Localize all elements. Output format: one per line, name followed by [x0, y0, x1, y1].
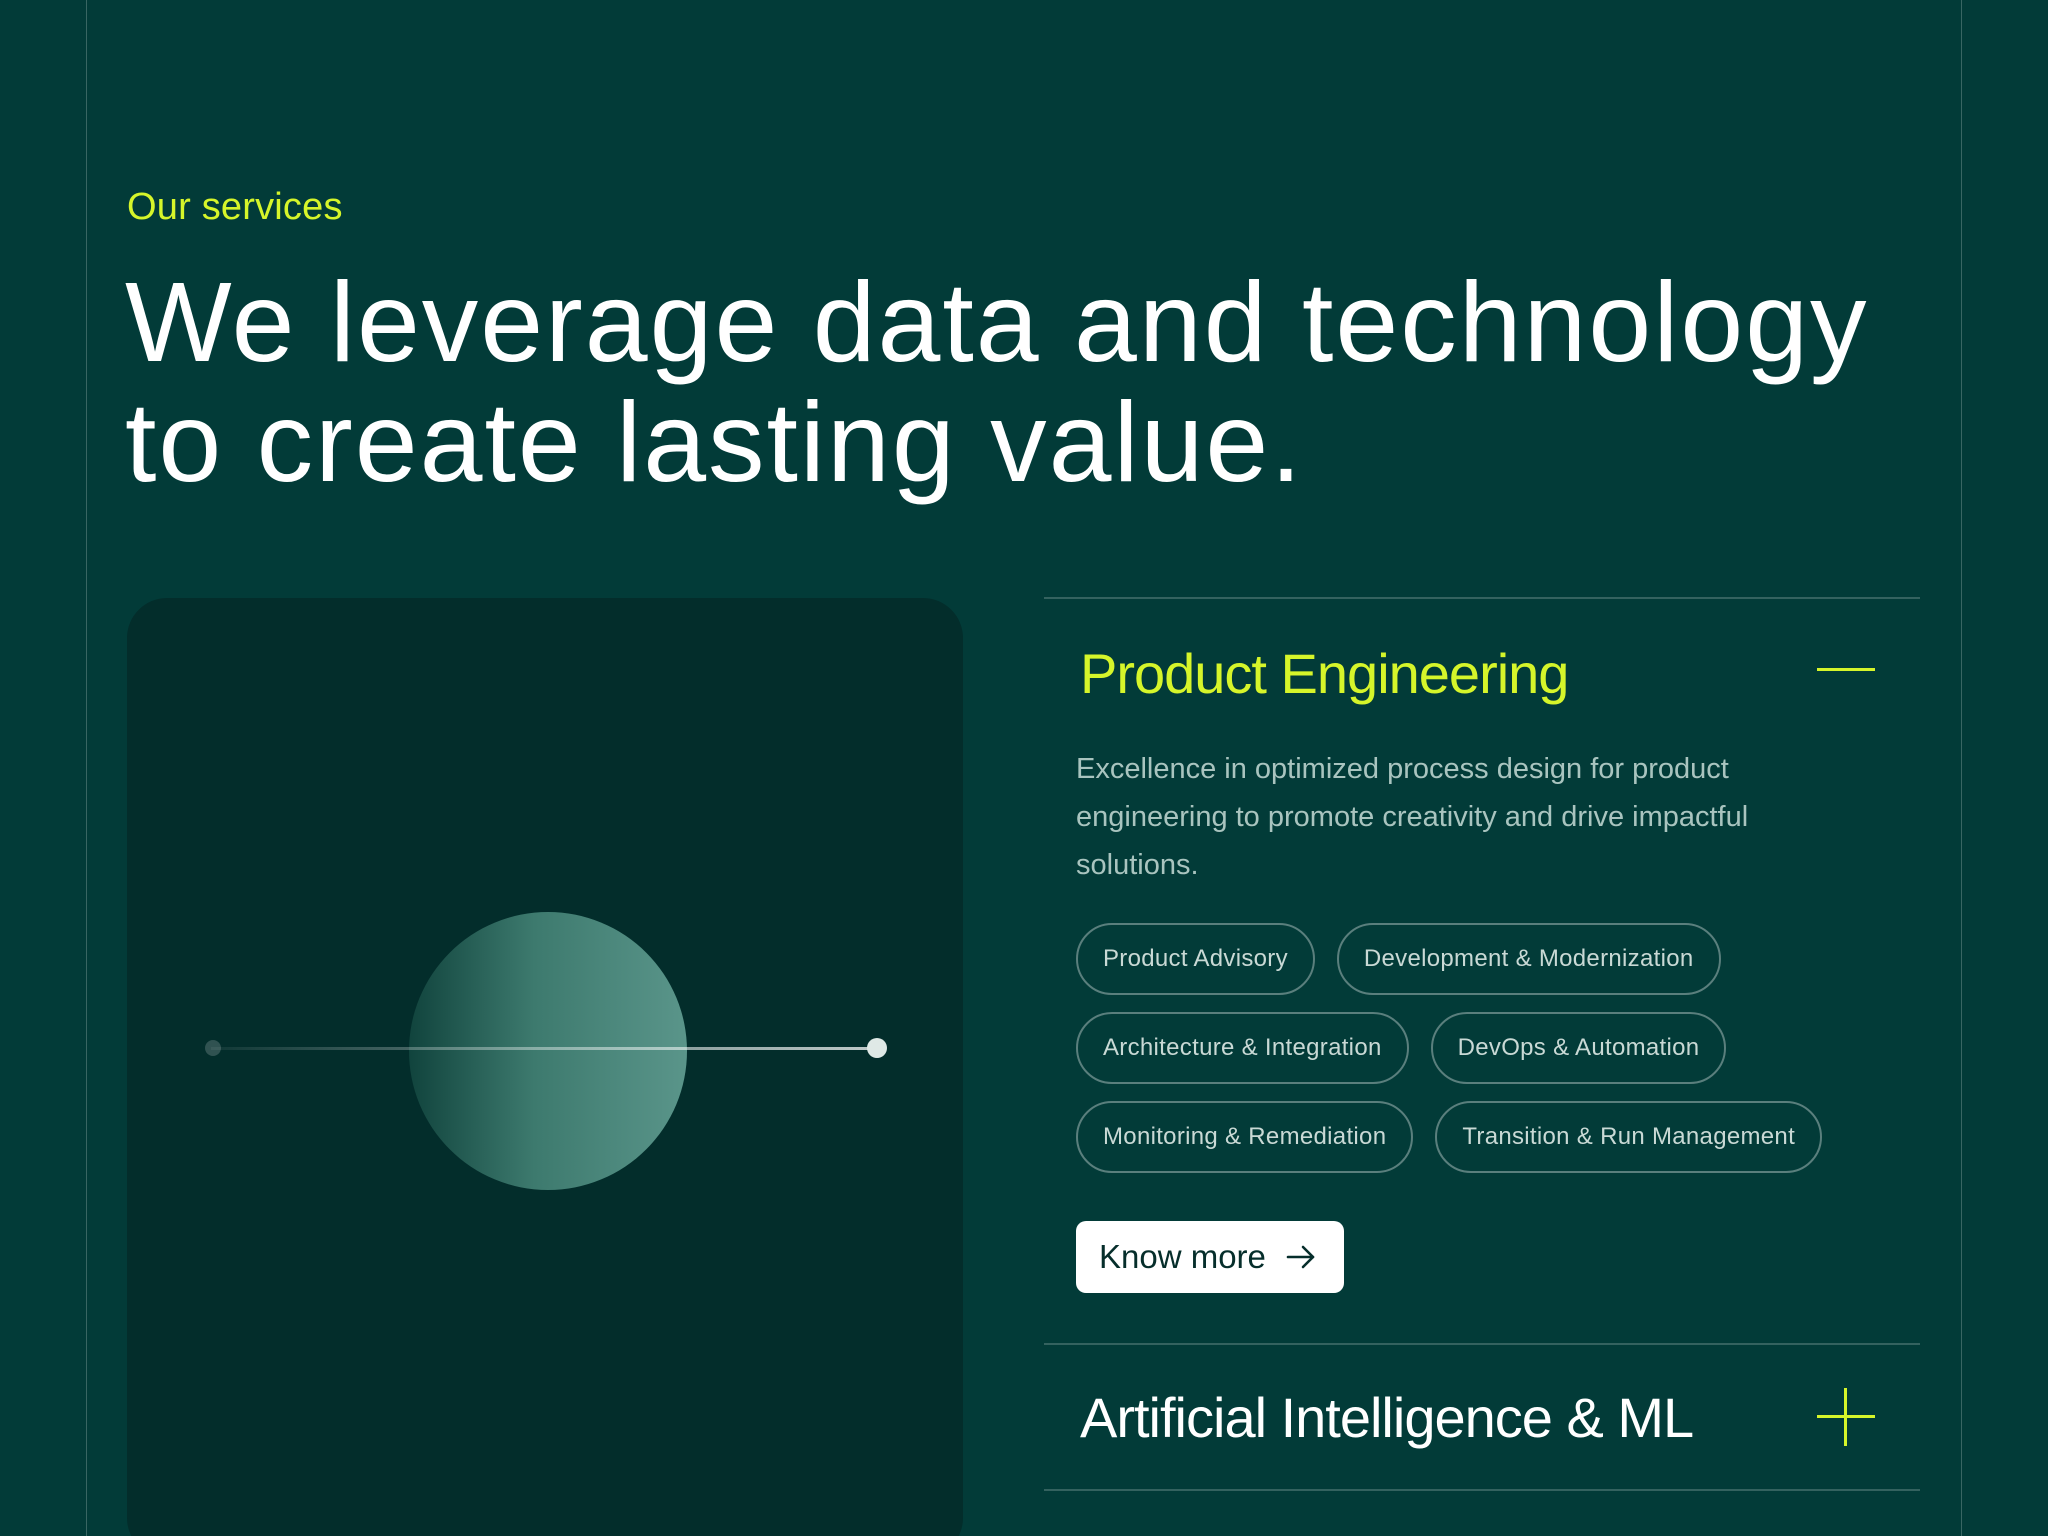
accordion-divider	[1044, 1489, 1920, 1491]
right-frame-line	[1961, 0, 1962, 1536]
headline-line-2: to create lasting value.	[125, 379, 1304, 505]
tag-development-modernization[interactable]: Development & Modernization	[1336, 923, 1721, 995]
know-more-button[interactable]: Know more	[1076, 1221, 1344, 1293]
left-frame-line	[86, 0, 87, 1536]
know-more-label: Know more	[1099, 1238, 1266, 1275]
arrow-right-icon	[1286, 1245, 1315, 1269]
slider-track-graphic	[211, 1047, 875, 1050]
service-header-product-engineering[interactable]: Product Engineering	[1044, 599, 1920, 747]
service-title: Product Engineering	[1080, 642, 1569, 705]
orb-graphic	[409, 912, 687, 1190]
tag-row: Architecture & Integration DevOps & Auto…	[1076, 1012, 1860, 1084]
track-start-dot	[205, 1040, 221, 1056]
tag-devops-automation[interactable]: DevOps & Automation	[1430, 1012, 1727, 1084]
headline-line-1: We leverage data and technology	[125, 259, 1869, 385]
tag-row: Product Advisory Development & Moderniza…	[1076, 923, 1860, 995]
services-accordion: Product Engineering Excellence in optimi…	[1044, 597, 1920, 1491]
service-item-product-engineering: Product Engineering Excellence in optimi…	[1044, 599, 1920, 1343]
minus-icon[interactable]	[1817, 641, 1875, 699]
service-tags: Product Advisory Development & Moderniza…	[1076, 923, 1860, 1173]
plus-icon[interactable]	[1817, 1388, 1875, 1446]
section-eyebrow: Our services	[127, 186, 343, 228]
illustration-card	[127, 598, 963, 1536]
service-item-ai-ml: Artificial Intelligence & ML	[1044, 1345, 1920, 1489]
service-title: Artificial Intelligence & ML	[1080, 1385, 1694, 1449]
section-headline: We leverage data and technology to creat…	[125, 262, 1925, 502]
tag-product-advisory[interactable]: Product Advisory	[1076, 923, 1315, 995]
tag-architecture-integration[interactable]: Architecture & Integration	[1076, 1012, 1409, 1084]
tag-transition-run-management[interactable]: Transition & Run Management	[1435, 1101, 1823, 1173]
tag-monitoring-remediation[interactable]: Monitoring & Remediation	[1076, 1101, 1414, 1173]
service-body: Excellence in optimized process design f…	[1044, 745, 1920, 1343]
track-end-dot	[867, 1038, 887, 1058]
tag-row: Monitoring & Remediation Transition & Ru…	[1076, 1101, 1860, 1173]
service-header-ai-ml[interactable]: Artificial Intelligence & ML	[1044, 1345, 1920, 1489]
service-description: Excellence in optimized process design f…	[1076, 753, 1749, 881]
